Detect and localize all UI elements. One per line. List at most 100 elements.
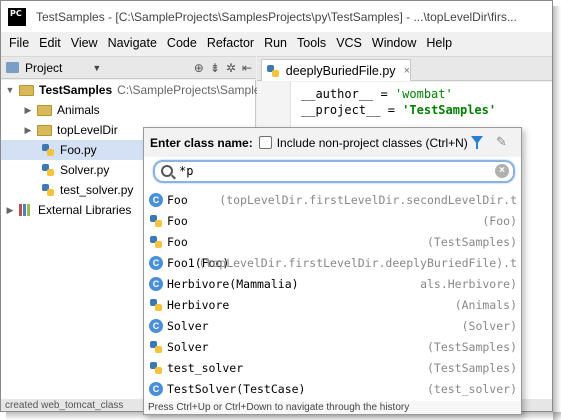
collapse-arrow-icon[interactable]: ▶ (23, 125, 33, 136)
list-item[interactable]: C TestSolver(TestCase) (test_solver) (144, 378, 521, 399)
goto-class-popup: Enter class name: Include non-project cl… (143, 127, 522, 415)
tree-item-external-libraries[interactable]: ▶ External Libraries (5, 200, 132, 220)
project-toolbar: ⊕ ⇟ ✲ ⇤ (194, 59, 252, 77)
menu-edit[interactable]: Edit (34, 36, 66, 50)
item-name: Herbivore(Mammalia) (167, 276, 299, 291)
hide-panel-icon[interactable]: ⇤ (242, 61, 252, 75)
class-icon: C (149, 318, 163, 333)
collapse-arrow-icon[interactable]: ▶ (23, 105, 33, 116)
popup-title: Enter class name: (150, 135, 253, 150)
collapse-arrow-icon[interactable]: ▶ (5, 205, 15, 216)
item-location: (TestSamples) (426, 234, 517, 249)
python-file-icon (41, 183, 55, 197)
item-name: Foo (167, 234, 188, 249)
list-item[interactable]: Solver (TestSamples) (144, 336, 521, 357)
expand-arrow-icon[interactable]: ▼ (5, 85, 15, 95)
code-string: 'TestSamples' (402, 103, 497, 117)
tree-item-path: C:\SampleProjects\Samples (117, 83, 267, 97)
list-item[interactable]: C Foo1(Foo) (topLevelDir.firstLevelDir.d… (144, 252, 521, 273)
item-location: (topLevelDir.firstLevelDir.secondLevelDi… (219, 192, 517, 207)
item-location: (Foo) (482, 213, 517, 228)
tree-item-root[interactable]: ▼ TestSamples C:\SampleProjects\Samples (5, 80, 267, 100)
sync-icon[interactable]: ⊕ (194, 61, 204, 75)
code-line-1: __author__ = 'wombat' (301, 87, 453, 101)
python-file-icon (41, 143, 55, 157)
pin-icon[interactable]: ✎ (496, 134, 507, 150)
menu-view[interactable]: View (66, 36, 103, 50)
item-location: (Solver) (461, 318, 517, 333)
item-name: Solver (167, 339, 209, 354)
tab-label: deeplyBuriedFile.py (285, 63, 396, 78)
filter-icon[interactable] (471, 136, 483, 149)
include-non-project-label: Include non-project classes (Ctrl+N) (276, 135, 468, 150)
gear-icon[interactable]: ✲ (226, 61, 236, 75)
tree-item-label: topLevelDir (57, 123, 118, 137)
project-folder-icon (6, 62, 19, 73)
clear-icon[interactable]: × (495, 164, 509, 178)
item-location: als.Herbivore) (420, 276, 517, 291)
menu-file[interactable]: File (4, 36, 34, 50)
search-icon (161, 165, 173, 177)
code-operator: = (373, 87, 395, 101)
list-item[interactable]: C Solver (Solver) (144, 315, 521, 336)
tree-item-solver[interactable]: Solver.py (41, 160, 109, 180)
class-results-list: C Foo (topLevelDir.firstLevelDir.secondL… (144, 189, 521, 401)
item-location: (test_solver) (426, 381, 517, 396)
tree-item-test-solver[interactable]: test_solver.py (41, 180, 133, 200)
menu-code[interactable]: Code (162, 36, 202, 50)
list-item[interactable]: C Foo (topLevelDir.firstLevelDir.secondL… (144, 189, 521, 210)
code-line-2: __project__ = 'TestSamples' (301, 103, 496, 117)
tree-item-label: Animals (57, 103, 100, 117)
item-location: (TestSamples) (426, 360, 517, 375)
item-name: Herbivore (167, 297, 230, 312)
library-icon (19, 204, 33, 216)
code-identifier: __author__ (301, 87, 374, 101)
title-bar: PC TestSamples - [C:\SampleProjects\Samp… (1, 1, 552, 32)
item-name: Foo (167, 192, 188, 207)
python-file-icon (149, 214, 163, 228)
code-identifier: __project__ (301, 103, 381, 117)
tree-item-toplevel[interactable]: ▶ topLevelDir (23, 120, 118, 140)
menu-window[interactable]: Window (367, 36, 421, 50)
pycharm-logo-icon: PC (8, 7, 26, 26)
popup-hint: Press Ctrl+Up or Ctrl+Down to navigate t… (144, 401, 521, 414)
item-name: Solver (167, 318, 209, 333)
menu-run[interactable]: Run (259, 36, 292, 50)
tree-item-animals[interactable]: ▶ Animals (23, 100, 100, 120)
close-icon[interactable]: × (404, 65, 410, 77)
menu-vcs[interactable]: VCS (331, 36, 367, 50)
tree-item-label: test_solver.py (60, 183, 134, 197)
code-string: 'wombat' (394, 87, 453, 101)
list-item[interactable]: C Herbivore(Mammalia) als.Herbivore) (144, 273, 521, 294)
project-view-selector[interactable]: Project ▼ (1, 57, 101, 78)
project-tab-label: Project (25, 60, 63, 75)
menu-navigate[interactable]: Navigate (103, 36, 162, 50)
editor-tab-deeply-buried[interactable]: deeplyBuriedFile.py × (261, 59, 411, 81)
item-name: test_solver (167, 360, 244, 375)
list-item[interactable]: test_solver (TestSamples) (144, 357, 521, 378)
list-item[interactable]: Herbivore (Animals) (144, 294, 521, 315)
include-non-project-checkbox[interactable] (258, 136, 272, 149)
python-file-icon (266, 64, 279, 78)
folder-icon (37, 104, 52, 116)
python-file-icon (149, 235, 163, 249)
search-input[interactable]: *p (179, 164, 193, 178)
class-icon: C (149, 192, 163, 207)
tree-item-label: Solver.py (60, 163, 110, 177)
menu-refactor[interactable]: Refactor (202, 36, 259, 50)
editor-tab-bar: deeplyBuriedFile.py × (257, 56, 552, 81)
class-search-field[interactable]: *p × (153, 160, 515, 183)
python-file-icon (149, 298, 163, 312)
class-icon: C (149, 276, 163, 291)
item-location: (topLevelDir.firstLevelDir.deeplyBuriedF… (198, 255, 518, 270)
class-icon: C (149, 255, 163, 270)
list-item[interactable]: Foo (Foo) (144, 210, 521, 231)
menu-help[interactable]: Help (421, 36, 457, 50)
chevron-down-icon[interactable]: ▼ (92, 63, 101, 73)
collapse-icon[interactable]: ⇟ (210, 61, 220, 75)
menu-tools[interactable]: Tools (292, 36, 331, 50)
list-item[interactable]: Foo (TestSamples) (144, 231, 521, 252)
python-file-icon (149, 340, 163, 354)
tree-item-label: External Libraries (38, 203, 132, 217)
code-operator: = (380, 103, 403, 117)
